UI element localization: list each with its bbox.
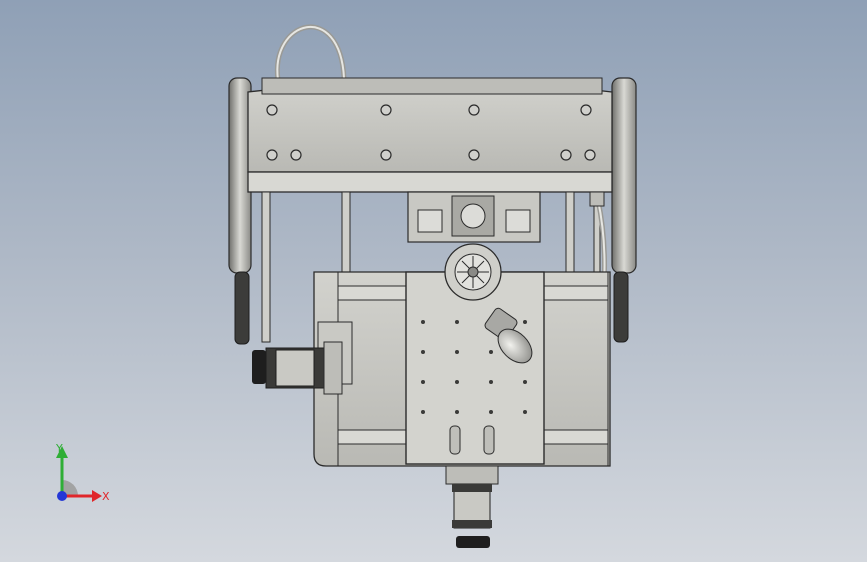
coordinate-triad: Y X — [55, 442, 110, 503]
x-axis-label: X — [102, 490, 110, 503]
top-cable — [274, 24, 347, 81]
right-wheel-upper — [611, 77, 637, 274]
left-stepper-motor — [252, 341, 343, 395]
cad-graphics-viewport[interactable]: Y X — [0, 0, 867, 562]
left-wheel-lower — [234, 271, 250, 345]
z-axis-indicator — [57, 491, 67, 501]
x-axis-arrowhead — [92, 490, 102, 502]
y-table-plate — [405, 271, 545, 465]
right-wheel-lower — [613, 271, 629, 343]
bottom-stepper-motor — [445, 465, 499, 548]
top-housing — [247, 80, 613, 173]
y-axis-label: Y — [55, 442, 63, 455]
machine-assembly-model[interactable] — [0, 0, 867, 562]
